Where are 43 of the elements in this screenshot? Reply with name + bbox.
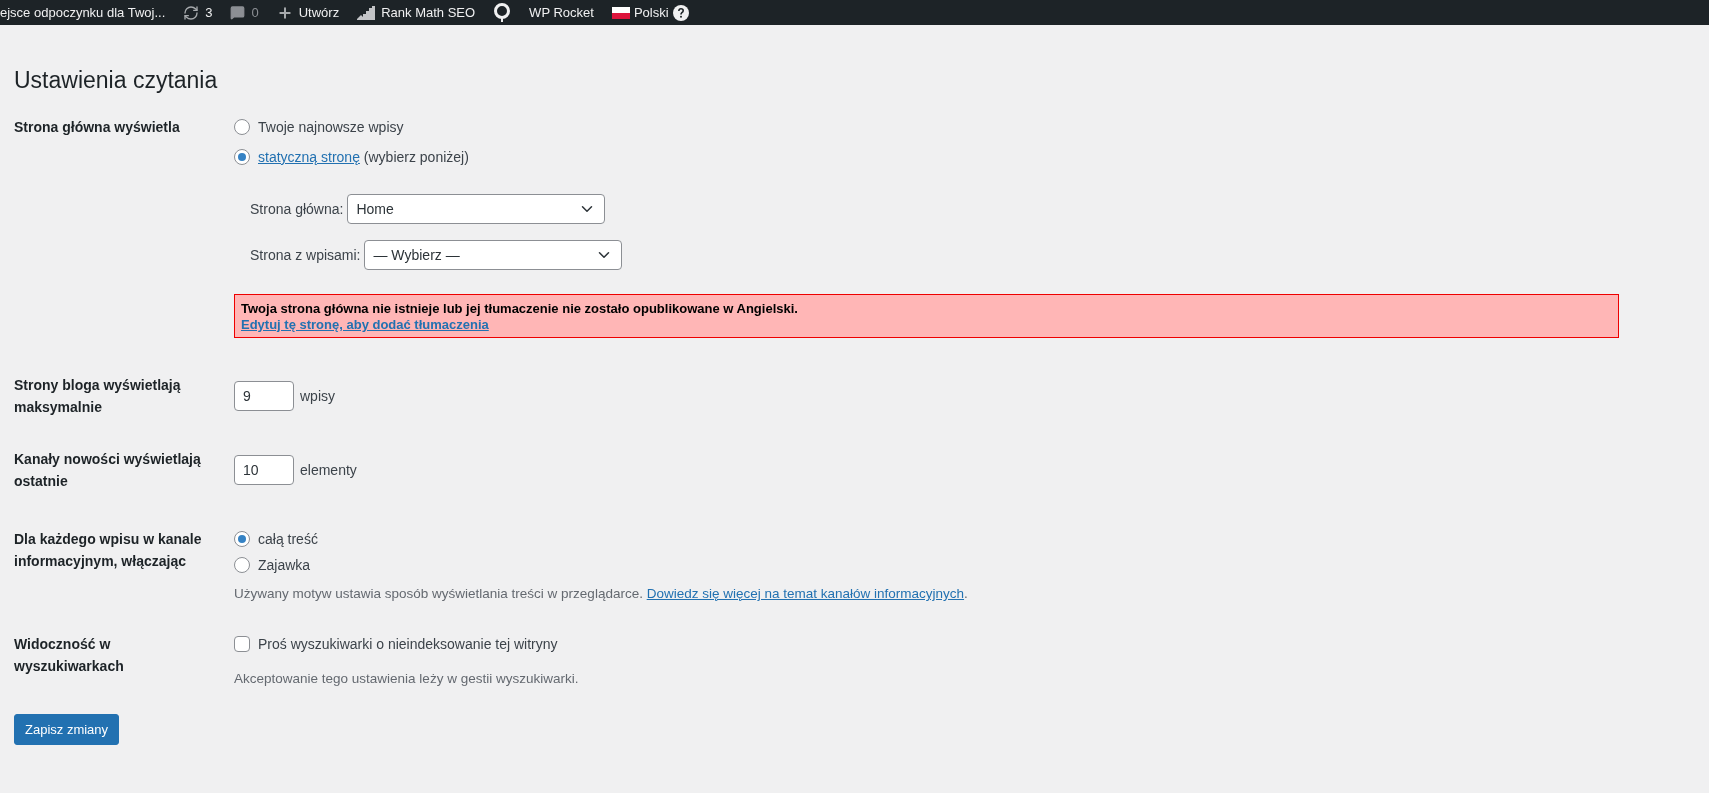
description-text: Akceptowanie tego ustawienia leży w gestii wyszukiwarki. xyxy=(234,671,580,686)
comment-icon xyxy=(230,5,246,20)
feeds-info-link[interactable]: Dowiedz się więcej na temat kanałów informacyjnych xyxy=(646,586,965,601)
radio-button[interactable] xyxy=(234,149,250,165)
radio-button[interactable] xyxy=(234,557,250,573)
field-label: Kanały nowości wyświetlają ostatnie xyxy=(14,450,202,491)
refresh-icon xyxy=(183,4,200,21)
updates-link[interactable]: 3 xyxy=(183,4,213,21)
field-label: Widoczność w wyszukiwarkach xyxy=(14,635,125,676)
help-icon xyxy=(672,4,689,21)
page-title: Ustawienia czytania xyxy=(14,67,219,94)
checkbox-option[interactable]: Proś wyszukiwarki o nieindeksowanie tej witryny xyxy=(234,633,1619,655)
radio-option[interactable]: statyczną stronę (wybierz poniżej) xyxy=(234,146,1619,168)
unit-label: elementy xyxy=(300,462,357,478)
description-text: Używany motyw ustawia sposób wyświetlania treści w przeglądarce. Dowiedz się więcej na temat kanałów informacyjnych. xyxy=(234,586,969,601)
rank-math-link[interactable]: Rank Math SEO xyxy=(357,5,476,20)
new-link[interactable]: Utwórz xyxy=(276,4,340,21)
number-input[interactable]: 10 xyxy=(234,455,294,485)
field-label: Strona główna wyświetla xyxy=(14,118,181,137)
unit-label: wpisy xyxy=(300,388,335,404)
select-label: Strona z wpisami: xyxy=(250,247,361,263)
save-button[interactable]: Zapisz zmiany xyxy=(14,714,120,745)
radio-button[interactable] xyxy=(234,119,250,135)
field-label: Dla każdego wpisu w kanale informacyjnym, włączając xyxy=(14,530,203,571)
field-label: Strony bloga wyświetlają maksymalnie xyxy=(14,376,182,417)
site-title-link[interactable]: ejsce odpoczynku dla Twoj... xyxy=(0,5,166,20)
page-select[interactable]: Home xyxy=(347,194,606,224)
select-label: Strona główna: xyxy=(250,201,344,217)
checkbox[interactable] xyxy=(234,636,250,652)
bar-chart-icon xyxy=(357,5,376,20)
page-select[interactable]: — Wybierz — xyxy=(364,240,623,270)
wp-rocket-link[interactable]: WP Rocket xyxy=(529,5,594,20)
language-link[interactable]: Polski xyxy=(611,4,689,21)
plus-icon xyxy=(276,4,293,21)
radio-option[interactable]: całą treść xyxy=(234,528,1619,550)
radio-option[interactable]: Twoje najnowsze wpisy xyxy=(234,116,1619,138)
radio-option[interactable]: Zajawka xyxy=(234,554,1619,576)
notice-text: Twoja strona główna nie istnieje lub jej tłumaczenie nie zostało opublikowane w Angielski. xyxy=(241,301,799,316)
comments-link[interactable]: 0 xyxy=(230,5,259,20)
number-input[interactable]: 9 xyxy=(234,381,294,411)
radio-button[interactable] xyxy=(234,531,250,547)
flag-icon xyxy=(611,6,630,19)
static-page-link[interactable]: statyczną stronę xyxy=(258,149,360,165)
